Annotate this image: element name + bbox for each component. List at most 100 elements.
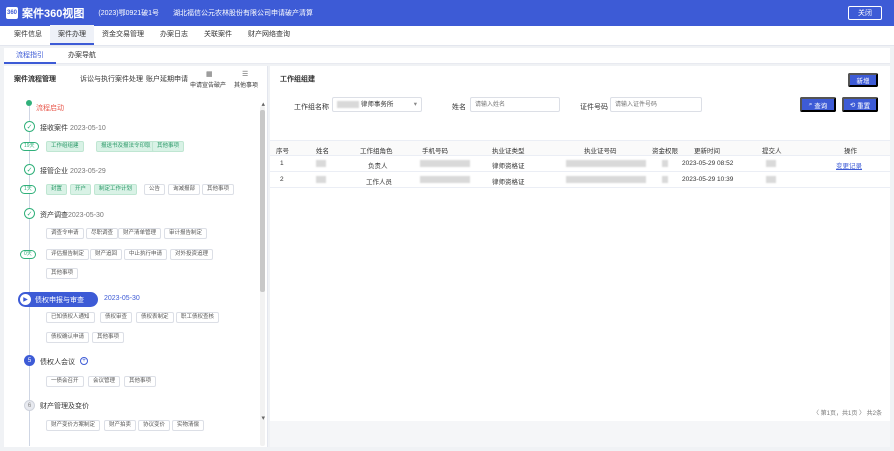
- app-title: 案件360视图: [22, 8, 85, 20]
- task-chip[interactable]: 财产变价方案制定: [46, 420, 101, 431]
- task-chip[interactable]: 询减报部: [168, 184, 201, 195]
- stage-name[interactable]: 接收案件 2023-05-10: [40, 123, 106, 133]
- other-matters-button[interactable]: 其他事项: [234, 80, 258, 89]
- task-chip[interactable]: 其他事项: [124, 376, 157, 387]
- tab-property-query[interactable]: 财产网络查询: [240, 25, 298, 45]
- row-role: 负责人: [368, 163, 388, 170]
- main-tabs: 案件信息 案件办理 资金交易管理 办案日志 关联案件 财产网络查询: [0, 25, 894, 46]
- redacted-text: [566, 176, 646, 183]
- task-chip[interactable]: 实物清偿: [172, 420, 205, 431]
- column-header: 更新时间: [694, 148, 720, 155]
- scroll-down-icon[interactable]: ▾: [261, 414, 265, 422]
- task-chip[interactable]: 一债会召开: [46, 376, 84, 387]
- process-panel-header: 案件流程管理 诉讼与执行案件处理 账户延期申请 ▦ 申请宣告破产 ☰ 其他事项: [4, 66, 267, 94]
- search-button[interactable]: ⌕ 查询: [800, 97, 836, 112]
- declare-bankruptcy-button[interactable]: 申请宣告破产: [190, 80, 226, 89]
- scroll-thumb[interactable]: [260, 110, 265, 292]
- name-input[interactable]: [470, 97, 560, 112]
- redacted-text: [662, 160, 668, 167]
- process-panel: 案件流程管理 诉讼与执行案件处理 账户延期申请 ▦ 申请宣告破产 ☰ 其他事项 …: [4, 66, 268, 447]
- table-row[interactable]: 1 负责人 律师资格证 2023-05-29 08:52 变更记录: [270, 156, 890, 172]
- task-chip[interactable]: 评估报告制定: [46, 249, 90, 260]
- group-name-select[interactable]: 律师事务所 ▾: [332, 97, 422, 112]
- task-chip[interactable]: 开户: [70, 184, 92, 195]
- building-icon[interactable]: ▦: [206, 70, 213, 78]
- stage-days-badge: 0天: [20, 250, 36, 259]
- task-chip[interactable]: 对外投资追理: [170, 249, 214, 260]
- tab-process-guide[interactable]: 流程指引: [4, 48, 56, 64]
- tab-case-handling[interactable]: 案件办理: [50, 25, 94, 45]
- tab-fund-transactions[interactable]: 资金交易管理: [94, 25, 152, 45]
- task-chip[interactable]: 财产追回: [90, 249, 123, 260]
- task-chip[interactable]: 尽职调查: [86, 228, 119, 239]
- cert-number-input[interactable]: [610, 97, 702, 112]
- stage-name[interactable]: 债权人会议: [40, 357, 75, 367]
- table-row[interactable]: 2 工作人员 律师资格证 2023-05-29 10:39: [270, 172, 890, 188]
- redacted-text: [316, 160, 326, 167]
- stage-days-badge: 19天: [20, 142, 39, 151]
- task-chip[interactable]: 债权确认申请: [46, 332, 90, 343]
- list-icon[interactable]: ☰: [242, 70, 248, 78]
- cert-number-label: 证件号码: [580, 104, 608, 111]
- task-chip[interactable]: 公告: [144, 184, 166, 195]
- stage-days-badge: 1天: [20, 185, 36, 194]
- column-header: 执业证类型: [492, 148, 525, 155]
- task-chip[interactable]: 中止执行申请: [124, 249, 168, 260]
- task-chip[interactable]: 工作组组建: [46, 141, 84, 152]
- stage-name[interactable]: 接管企业 2023-05-29: [40, 166, 106, 176]
- stage-name: 债权申报与审查: [35, 296, 84, 304]
- name-label: 姓名: [452, 104, 466, 111]
- expand-plus-icon[interactable]: +: [80, 357, 88, 365]
- task-chip[interactable]: 调查令申请: [46, 228, 84, 239]
- task-chip[interactable]: 审计报告制定: [164, 228, 208, 239]
- stage-date: 2023-05-30: [104, 295, 140, 302]
- redacted-text: [337, 100, 359, 108]
- case-company: 湖北福信公元农林股份有限公司申请破产清算: [173, 10, 314, 17]
- work-group-panel: 工作组组建 新增 工作组名称 律师事务所 ▾ 姓名 证件号码 ⌕ 查询 ⟲ 重置…: [270, 66, 890, 447]
- sub-tabs: 流程指引 办案导航: [4, 48, 890, 64]
- task-chip[interactable]: 其他事项: [92, 332, 125, 343]
- stage-name[interactable]: 资产调查2023-05-30: [40, 210, 104, 220]
- stage-name[interactable]: 财产管理及变价: [40, 401, 89, 411]
- litigation-link[interactable]: 诉讼与执行案件处理: [80, 74, 143, 84]
- tab-related-cases[interactable]: 关联案件: [196, 25, 240, 45]
- column-header: 姓名: [316, 148, 329, 155]
- task-chip[interactable]: 制定工作计划: [94, 184, 138, 195]
- change-record-link[interactable]: 变更记录: [836, 160, 862, 170]
- task-chip[interactable]: 债权表制定: [136, 312, 174, 323]
- step-number-icon: 6: [24, 400, 35, 411]
- app-logo-icon: 360: [6, 7, 18, 19]
- reset-button[interactable]: ⟲ 重置: [842, 97, 878, 112]
- task-chip[interactable]: 已知债权人通知: [46, 312, 95, 323]
- chevron-down-icon: ▾: [413, 101, 417, 108]
- work-group-table: 序号 姓名 工作组角色 手机号码 执业证类型 执业证号码 资金权限 更新时间 提…: [270, 140, 890, 188]
- top-bar: 360 案件360视图 (2023)鄂0921破1号 湖北福信公元农林股份有限公…: [0, 0, 894, 26]
- task-chip[interactable]: 其他事项: [202, 184, 235, 195]
- check-icon: ✓: [24, 164, 35, 175]
- tab-case-navigation[interactable]: 办案导航: [56, 48, 108, 64]
- task-chip[interactable]: 财产拍卖: [104, 420, 137, 431]
- task-chip[interactable]: 其他事项: [46, 268, 79, 279]
- task-chip[interactable]: 其他事项: [152, 141, 185, 152]
- task-chip[interactable]: 财产清单管理: [118, 228, 162, 239]
- task-chip[interactable]: 协议变价: [138, 420, 171, 431]
- pagination[interactable]: 〈 第1页，共1页 〉 共2条: [813, 408, 882, 417]
- task-chip[interactable]: 债权审查: [100, 312, 133, 323]
- task-chip[interactable]: 职工债权查核: [176, 312, 220, 323]
- task-chip[interactable]: 报送书及报法令印取: [96, 141, 156, 152]
- row-role: 工作人员: [366, 179, 392, 186]
- tab-case-log[interactable]: 办案日志: [152, 25, 196, 45]
- row-index: 1: [280, 160, 284, 167]
- tab-case-info[interactable]: 案件信息: [6, 25, 50, 45]
- active-stage-pill[interactable]: ▶ 债权申报与审查: [18, 292, 98, 307]
- row-updated-time: 2023-05-29 08:52: [682, 160, 734, 167]
- close-button[interactable]: 关闭: [848, 6, 882, 20]
- redacted-text: [766, 160, 776, 167]
- task-chip[interactable]: 会议管理: [88, 376, 121, 387]
- left-scrollbar[interactable]: [260, 106, 265, 446]
- add-button[interactable]: 新增: [848, 73, 878, 87]
- task-chip[interactable]: 封置: [46, 184, 68, 195]
- account-extension-link[interactable]: 账户延期申请: [146, 74, 188, 84]
- group-name-label: 工作组名称: [294, 104, 329, 111]
- column-header: 序号: [276, 148, 289, 155]
